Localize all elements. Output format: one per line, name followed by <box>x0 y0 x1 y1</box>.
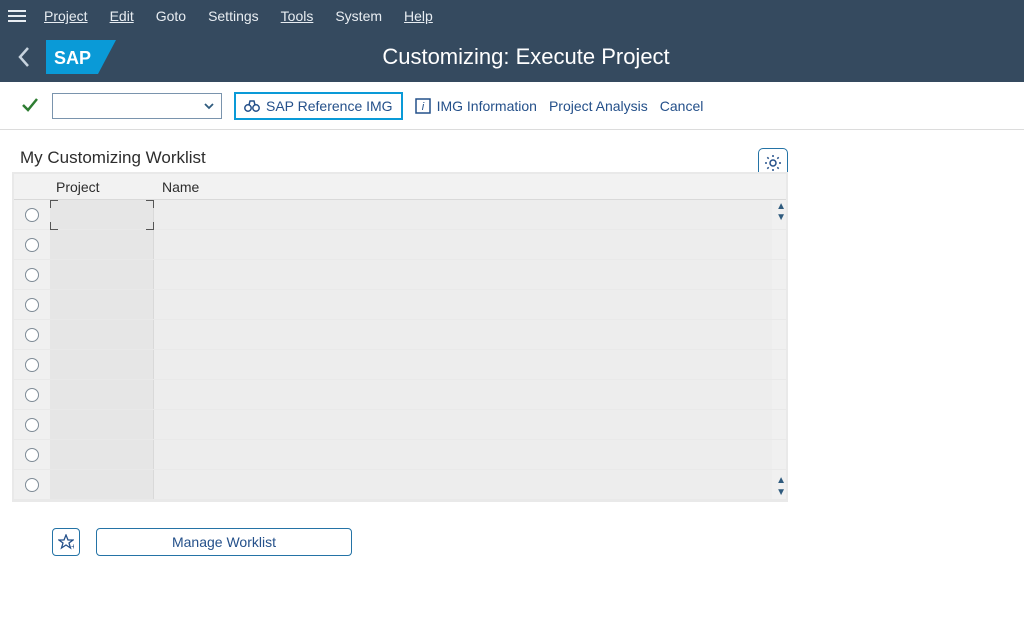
row-radio[interactable] <box>14 388 50 402</box>
hamburger-icon[interactable] <box>8 10 26 22</box>
menu-tools[interactable]: Tools <box>281 8 314 24</box>
selection-corner <box>50 222 58 230</box>
table-row[interactable] <box>14 380 786 410</box>
cell-project[interactable] <box>50 380 154 409</box>
info-icon: i <box>415 98 431 114</box>
star-plus-icon: + <box>58 534 74 550</box>
cell-project[interactable] <box>50 410 154 439</box>
row-radio[interactable] <box>14 238 50 252</box>
cell-name[interactable] <box>154 230 772 259</box>
row-radio[interactable] <box>14 328 50 342</box>
project-dropdown[interactable] <box>52 93 222 119</box>
table-row[interactable] <box>14 320 786 350</box>
column-name[interactable]: Name <box>154 179 772 195</box>
table-body: ▲ ▼ ▲ ▼ <box>14 200 786 500</box>
check-icon <box>20 94 40 114</box>
chevron-left-icon <box>17 46 31 68</box>
menu-settings[interactable]: Settings <box>208 8 259 24</box>
cell-name[interactable] <box>154 260 772 289</box>
selection-corner <box>146 200 154 208</box>
table-row[interactable] <box>14 470 786 500</box>
selection-corner <box>146 222 154 230</box>
svg-text:i: i <box>421 101 424 113</box>
cell-project[interactable] <box>50 320 154 349</box>
row-radio[interactable] <box>14 298 50 312</box>
scroll-down-icon[interactable]: ▼ <box>776 212 786 223</box>
menu-goto[interactable]: Goto <box>156 8 186 24</box>
cell-project[interactable] <box>50 350 154 379</box>
cell-project[interactable] <box>50 230 154 259</box>
row-radio[interactable] <box>14 268 50 282</box>
selection-corner <box>50 200 58 208</box>
gear-icon <box>764 154 782 172</box>
sap-reference-img-label: SAP Reference IMG <box>266 98 393 114</box>
cancel-label: Cancel <box>660 98 704 114</box>
row-radio[interactable] <box>14 448 50 462</box>
row-radio[interactable] <box>14 358 50 372</box>
binoculars-icon <box>244 98 260 114</box>
titlebar: SAP Customizing: Execute Project <box>0 32 1024 82</box>
row-radio[interactable] <box>14 478 50 492</box>
sap-logo: SAP <box>46 40 116 74</box>
toolbar: SAP Reference IMG i IMG Information Proj… <box>0 82 1024 130</box>
cell-name[interactable] <box>154 290 772 319</box>
page-title: Customizing: Execute Project <box>116 44 936 70</box>
table-row[interactable] <box>14 260 786 290</box>
img-information-label: IMG Information <box>437 98 537 114</box>
menu-help[interactable]: Help <box>404 8 433 24</box>
row-radio[interactable] <box>14 208 50 222</box>
table-row[interactable] <box>14 410 786 440</box>
worklist-table: Project Name ▲ ▼ ▲ ▼ <box>12 172 788 502</box>
favorite-button[interactable]: + <box>52 528 80 556</box>
project-analysis-label: Project Analysis <box>549 98 648 114</box>
scroll-up-icon[interactable]: ▲ <box>776 475 786 486</box>
table-row[interactable] <box>14 290 786 320</box>
cell-project[interactable] <box>50 260 154 289</box>
table-row[interactable] <box>14 230 786 260</box>
cell-project[interactable] <box>50 200 154 229</box>
scroll-up-icon[interactable]: ▲ <box>776 201 786 212</box>
project-analysis-button[interactable]: Project Analysis <box>549 98 648 114</box>
cell-name[interactable] <box>154 350 772 379</box>
table-row[interactable] <box>14 350 786 380</box>
table-row[interactable] <box>14 200 786 230</box>
svg-text:SAP: SAP <box>54 48 91 68</box>
cell-project[interactable] <box>50 290 154 319</box>
scroll-down-icon[interactable]: ▼ <box>776 487 786 498</box>
manage-worklist-button[interactable]: Manage Worklist <box>96 528 352 556</box>
content-area: My Customizing Worklist Project Name ▲ ▼… <box>0 130 1024 556</box>
menu-edit[interactable]: Edit <box>110 8 134 24</box>
row-radio[interactable] <box>14 418 50 432</box>
column-project[interactable]: Project <box>50 179 154 195</box>
svg-text:+: + <box>71 542 74 550</box>
menubar: Project Edit Goto Settings Tools System … <box>0 0 1024 32</box>
cell-name[interactable] <box>154 380 772 409</box>
confirm-button[interactable] <box>20 94 40 117</box>
footer: + Manage Worklist <box>12 502 1012 556</box>
cell-name[interactable] <box>154 200 772 229</box>
chevron-down-icon <box>203 100 215 112</box>
back-button[interactable] <box>8 41 40 73</box>
cell-name[interactable] <box>154 410 772 439</box>
cell-name[interactable] <box>154 440 772 469</box>
menu-system[interactable]: System <box>335 8 382 24</box>
cell-name[interactable] <box>154 470 772 499</box>
section-title: My Customizing Worklist <box>20 148 788 168</box>
table-header: Project Name <box>14 174 786 200</box>
cell-project[interactable] <box>50 470 154 499</box>
cancel-button[interactable]: Cancel <box>660 98 704 114</box>
table-row[interactable] <box>14 440 786 470</box>
cell-name[interactable] <box>154 320 772 349</box>
cell-project[interactable] <box>50 440 154 469</box>
img-information-button[interactable]: i IMG Information <box>415 98 537 114</box>
menu-project[interactable]: Project <box>44 8 88 24</box>
sap-reference-img-button[interactable]: SAP Reference IMG <box>234 92 403 120</box>
